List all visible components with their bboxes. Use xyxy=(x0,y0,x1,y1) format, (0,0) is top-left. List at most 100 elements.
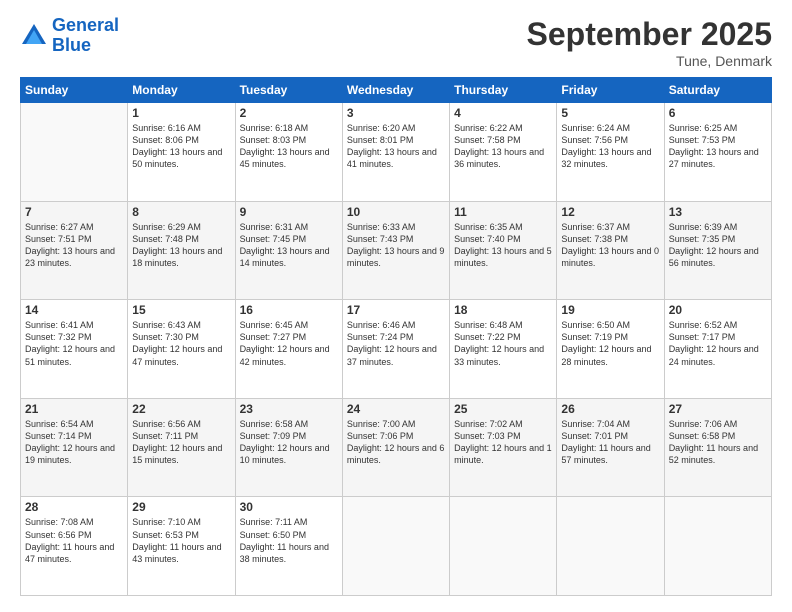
calendar: Sunday Monday Tuesday Wednesday Thursday… xyxy=(20,77,772,596)
calendar-week-row: 1 Sunrise: 6:16 AM Sunset: 8:06 PM Daylig… xyxy=(21,103,772,202)
day-number: 5 xyxy=(561,106,659,120)
cell-details: Sunrise: 7:06 AM Sunset: 6:58 PM Dayligh… xyxy=(669,418,767,467)
cell-details: Sunrise: 6:29 AM Sunset: 7:48 PM Dayligh… xyxy=(132,221,230,270)
header: General Blue September 2025 Tune, Denmar… xyxy=(20,16,772,69)
day-number: 8 xyxy=(132,205,230,219)
day-number: 17 xyxy=(347,303,445,317)
calendar-week-row: 28 Sunrise: 7:08 AM Sunset: 6:56 PM Dayli… xyxy=(21,497,772,596)
table-row: 14 Sunrise: 6:41 AM Sunset: 7:32 PM Dayli… xyxy=(21,300,128,399)
day-number: 6 xyxy=(669,106,767,120)
table-row: 30 Sunrise: 7:11 AM Sunset: 6:50 PM Dayli… xyxy=(235,497,342,596)
day-number: 22 xyxy=(132,402,230,416)
col-tuesday: Tuesday xyxy=(235,78,342,103)
day-number: 12 xyxy=(561,205,659,219)
table-row: 4 Sunrise: 6:22 AM Sunset: 7:58 PM Daylig… xyxy=(450,103,557,202)
cell-details: Sunrise: 6:46 AM Sunset: 7:24 PM Dayligh… xyxy=(347,319,445,368)
day-number: 13 xyxy=(669,205,767,219)
cell-details: Sunrise: 6:54 AM Sunset: 7:14 PM Dayligh… xyxy=(25,418,123,467)
table-row: 24 Sunrise: 7:00 AM Sunset: 7:06 PM Dayli… xyxy=(342,398,449,497)
logo-line1: General xyxy=(52,15,119,35)
table-row: 6 Sunrise: 6:25 AM Sunset: 7:53 PM Daylig… xyxy=(664,103,771,202)
day-number: 14 xyxy=(25,303,123,317)
cell-details: Sunrise: 6:24 AM Sunset: 7:56 PM Dayligh… xyxy=(561,122,659,171)
cell-details: Sunrise: 6:43 AM Sunset: 7:30 PM Dayligh… xyxy=(132,319,230,368)
day-number: 3 xyxy=(347,106,445,120)
cell-details: Sunrise: 6:50 AM Sunset: 7:19 PM Dayligh… xyxy=(561,319,659,368)
col-monday: Monday xyxy=(128,78,235,103)
day-number: 24 xyxy=(347,402,445,416)
logo-text: General Blue xyxy=(52,16,119,56)
table-row: 28 Sunrise: 7:08 AM Sunset: 6:56 PM Dayli… xyxy=(21,497,128,596)
table-row: 20 Sunrise: 6:52 AM Sunset: 7:17 PM Dayli… xyxy=(664,300,771,399)
table-row: 12 Sunrise: 6:37 AM Sunset: 7:38 PM Dayli… xyxy=(557,201,664,300)
table-row: 18Sunrise: 6:48 AM Sunset: 7:22 PM Dayli… xyxy=(450,300,557,399)
table-row: 5 Sunrise: 6:24 AM Sunset: 7:56 PM Daylig… xyxy=(557,103,664,202)
table-row: 9 Sunrise: 6:31 AM Sunset: 7:45 PM Daylig… xyxy=(235,201,342,300)
table-row: 17 Sunrise: 6:46 AM Sunset: 7:24 PM Dayli… xyxy=(342,300,449,399)
table-row: 23Sunrise: 6:58 AM Sunset: 7:09 PM Dayli… xyxy=(235,398,342,497)
cell-details: Sunrise: 6:52 AM Sunset: 7:17 PM Dayligh… xyxy=(669,319,767,368)
calendar-week-row: 14 Sunrise: 6:41 AM Sunset: 7:32 PM Dayli… xyxy=(21,300,772,399)
table-row xyxy=(342,497,449,596)
cell-details: Sunrise: 7:08 AM Sunset: 6:56 PM Dayligh… xyxy=(25,516,123,565)
table-row: 15 Sunrise: 6:43 AM Sunset: 7:30 PM Dayli… xyxy=(128,300,235,399)
cell-details: Sunrise: 6:58 AM Sunset: 7:09 PM Dayligh… xyxy=(240,418,338,467)
calendar-header-row: Sunday Monday Tuesday Wednesday Thursday… xyxy=(21,78,772,103)
day-number: 19 xyxy=(561,303,659,317)
cell-details: Sunrise: 6:27 AM Sunset: 7:51 PM Dayligh… xyxy=(25,221,123,270)
cell-details: Sunrise: 6:22 AM Sunset: 7:58 PM Dayligh… xyxy=(454,122,552,171)
table-row: 27 Sunrise: 7:06 AM Sunset: 6:58 PM Dayli… xyxy=(664,398,771,497)
cell-details: Sunrise: 6:35 AM Sunset: 7:40 PM Dayligh… xyxy=(454,221,552,270)
title-block: September 2025 Tune, Denmark xyxy=(527,16,772,69)
table-row: 1 Sunrise: 6:16 AM Sunset: 8:06 PM Daylig… xyxy=(128,103,235,202)
cell-details: Sunrise: 7:11 AM Sunset: 6:50 PM Dayligh… xyxy=(240,516,338,565)
table-row xyxy=(21,103,128,202)
day-number: 9 xyxy=(240,205,338,219)
col-sunday: Sunday xyxy=(21,78,128,103)
col-thursday: Thursday xyxy=(450,78,557,103)
table-row: 2 Sunrise: 6:18 AM Sunset: 8:03 PM Daylig… xyxy=(235,103,342,202)
day-number: 10 xyxy=(347,205,445,219)
table-row: 16 Sunrise: 6:45 AM Sunset: 7:27 PM Dayli… xyxy=(235,300,342,399)
table-row: 29Sunrise: 7:10 AM Sunset: 6:53 PM Dayli… xyxy=(128,497,235,596)
day-number: 15 xyxy=(132,303,230,317)
cell-details: Sunrise: 6:31 AM Sunset: 7:45 PM Dayligh… xyxy=(240,221,338,270)
day-number: 2 xyxy=(240,106,338,120)
day-number: 11 xyxy=(454,205,552,219)
logo-icon xyxy=(20,22,48,50)
col-saturday: Saturday xyxy=(664,78,771,103)
cell-details: Sunrise: 7:00 AM Sunset: 7:06 PM Dayligh… xyxy=(347,418,445,467)
table-row: 8 Sunrise: 6:29 AM Sunset: 7:48 PM Daylig… xyxy=(128,201,235,300)
cell-details: Sunrise: 6:18 AM Sunset: 8:03 PM Dayligh… xyxy=(240,122,338,171)
logo-line2: Blue xyxy=(52,35,91,55)
table-row: 3Sunrise: 6:20 AM Sunset: 8:01 PM Daylig… xyxy=(342,103,449,202)
day-number: 16 xyxy=(240,303,338,317)
month-title: September 2025 xyxy=(527,16,772,53)
day-number: 20 xyxy=(669,303,767,317)
table-row: 10Sunrise: 6:33 AM Sunset: 7:43 PM Dayli… xyxy=(342,201,449,300)
table-row: 13 Sunrise: 6:39 AM Sunset: 7:35 PM Dayli… xyxy=(664,201,771,300)
day-number: 4 xyxy=(454,106,552,120)
table-row: 11 Sunrise: 6:35 AM Sunset: 7:40 PM Dayli… xyxy=(450,201,557,300)
table-row xyxy=(450,497,557,596)
table-row: 22Sunrise: 6:56 AM Sunset: 7:11 PM Dayli… xyxy=(128,398,235,497)
cell-details: Sunrise: 6:16 AM Sunset: 8:06 PM Dayligh… xyxy=(132,122,230,171)
day-number: 30 xyxy=(240,500,338,514)
cell-details: Sunrise: 6:37 AM Sunset: 7:38 PM Dayligh… xyxy=(561,221,659,270)
day-number: 21 xyxy=(25,402,123,416)
day-number: 28 xyxy=(25,500,123,514)
day-number: 25 xyxy=(454,402,552,416)
cell-details: Sunrise: 7:04 AM Sunset: 7:01 PM Dayligh… xyxy=(561,418,659,467)
cell-details: Sunrise: 6:39 AM Sunset: 7:35 PM Dayligh… xyxy=(669,221,767,270)
table-row: 26Sunrise: 7:04 AM Sunset: 7:01 PM Dayli… xyxy=(557,398,664,497)
page: General Blue September 2025 Tune, Denmar… xyxy=(0,0,792,612)
table-row: 7Sunrise: 6:27 AM Sunset: 7:51 PM Daylig… xyxy=(21,201,128,300)
table-row: 19 Sunrise: 6:50 AM Sunset: 7:19 PM Dayli… xyxy=(557,300,664,399)
day-number: 27 xyxy=(669,402,767,416)
table-row xyxy=(664,497,771,596)
cell-details: Sunrise: 6:41 AM Sunset: 7:32 PM Dayligh… xyxy=(25,319,123,368)
day-number: 1 xyxy=(132,106,230,120)
cell-details: Sunrise: 6:25 AM Sunset: 7:53 PM Dayligh… xyxy=(669,122,767,171)
cell-details: Sunrise: 6:45 AM Sunset: 7:27 PM Dayligh… xyxy=(240,319,338,368)
calendar-week-row: 7Sunrise: 6:27 AM Sunset: 7:51 PM Daylig… xyxy=(21,201,772,300)
